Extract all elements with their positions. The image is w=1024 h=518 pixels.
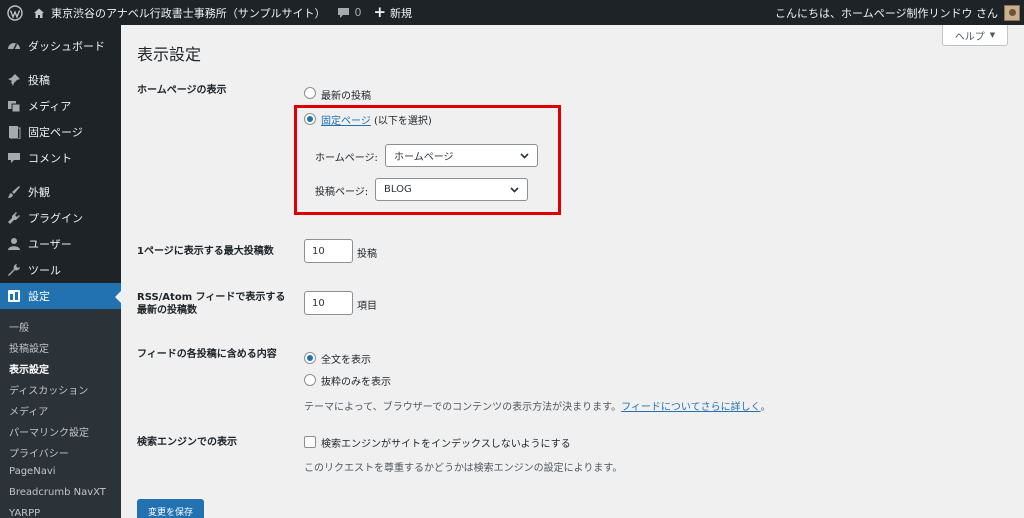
- submenu-item-writing[interactable]: 投稿設定: [9, 340, 49, 355]
- sidebar-item-label: 固定ページ: [28, 126, 83, 139]
- sidebar-item-plugins[interactable]: プラグイン: [0, 205, 121, 231]
- homepage-display-label: ホームページの表示: [137, 85, 227, 96]
- sidebar-item-label: 設定: [28, 290, 50, 303]
- posts-per-page-unit: 投稿: [357, 249, 377, 260]
- posts-per-page-label: 1ページに表示する最大投稿数: [137, 246, 274, 257]
- admin-bar: 東京渋谷のアナベル行政書士事務所（サンプルサイト） 0 + 新規 こんにちは、ホ…: [0, 0, 1024, 25]
- site-name-link[interactable]: 東京渋谷のアナベル行政書士事務所（サンプルサイト）: [27, 0, 331, 25]
- rss-items-unit: 項目: [357, 301, 377, 312]
- submenu-item-media[interactable]: メディア: [9, 403, 48, 418]
- comments-count: 0: [354, 6, 362, 19]
- greeting-text: こんにちは、ホームページ制作リンドウ さん: [775, 6, 998, 20]
- main-content: ヘルプ ▼ 表示設定 ホームページの表示 最新の投稿 固定ページ (以下を選択)…: [121, 25, 1024, 518]
- media-icon: [7, 99, 21, 113]
- sidebar-item-appearance[interactable]: 外観: [0, 179, 121, 205]
- sidebar-item-label: コメント: [28, 152, 72, 165]
- radio-latest-posts[interactable]: [304, 87, 316, 99]
- admin-sidebar: ダッシュボード 投稿 メディア 固定ページ コメント 外観 プラグイン ユーザー…: [0, 25, 121, 518]
- rss-items-label-line1: RSS/Atom フィードで表示する: [137, 292, 286, 303]
- submenu-item-privacy[interactable]: プライバシー: [9, 445, 69, 460]
- sidebar-item-label: ツール: [28, 264, 61, 277]
- sidebar-item-pages[interactable]: 固定ページ: [0, 119, 121, 145]
- submenu-item-breadcrumb[interactable]: Breadcrumb NavXT: [9, 487, 106, 498]
- new-content-menu[interactable]: + 新規: [367, 0, 418, 25]
- discourage-search-checkbox[interactable]: [304, 436, 316, 448]
- rss-items-input[interactable]: 10: [304, 291, 353, 315]
- feed-description-text: テーマによって、ブラウザーでのコンテンツの表示方法が決まります。: [304, 402, 622, 413]
- rss-items-label: RSS/Atom フィードで表示する 最新の投稿数: [137, 291, 285, 317]
- comment-icon: [7, 151, 21, 165]
- dashboard-icon: [7, 39, 21, 53]
- posts-per-page-input[interactable]: 10: [304, 239, 353, 263]
- feed-description: テーマによって、ブラウザーでのコンテンツの表示方法が決まります。フィードについて…: [304, 398, 771, 413]
- wrench-icon: [7, 263, 21, 277]
- submenu-item-yarpp[interactable]: YARPP: [9, 508, 40, 518]
- sidebar-item-label: ユーザー: [28, 238, 72, 251]
- wordpress-logo-icon[interactable]: [3, 0, 27, 25]
- submenu-item-general[interactable]: 一般: [9, 319, 29, 334]
- sidebar-item-label: ダッシュボード: [28, 40, 105, 53]
- pin-icon: [7, 73, 21, 87]
- save-changes-button[interactable]: 変更を保存: [137, 499, 204, 518]
- sidebar-item-dashboard[interactable]: ダッシュボード: [0, 33, 121, 59]
- radio-excerpt[interactable]: [304, 374, 316, 386]
- feed-content-label: フィードの各投稿に含める内容: [137, 349, 277, 360]
- sidebar-item-users[interactable]: ユーザー: [0, 231, 121, 257]
- plus-icon: +: [373, 3, 387, 21]
- home-icon: [34, 8, 44, 18]
- sidebar-item-tools[interactable]: ツール: [0, 257, 121, 283]
- sidebar-item-posts[interactable]: 投稿: [0, 67, 121, 93]
- avatar: [1004, 4, 1020, 21]
- comments-link[interactable]: 0: [331, 0, 367, 25]
- settings-submenu: 一般 投稿設定 表示設定 ディスカッション メディア パーマリンク設定 プライバ…: [0, 309, 121, 518]
- submenu-item-reading[interactable]: 表示設定: [9, 361, 49, 376]
- settings-icon: [7, 289, 21, 303]
- submenu-item-pagenavi[interactable]: PageNavi: [9, 466, 56, 477]
- search-engine-description: このリクエストを尊重するかどうかは検索エンジンの設定によります。: [304, 463, 623, 474]
- sidebar-item-label: プラグイン: [28, 212, 83, 225]
- sidebar-item-settings[interactable]: 設定: [0, 283, 121, 309]
- rss-items-label-line2: 最新の投稿数: [137, 305, 197, 316]
- help-tab-button[interactable]: ヘルプ ▼: [942, 25, 1008, 46]
- sidebar-item-comments[interactable]: コメント: [0, 145, 121, 171]
- page-icon: [7, 125, 21, 139]
- sidebar-item-label: 投稿: [28, 74, 50, 87]
- user-icon: [7, 237, 21, 251]
- search-engine-label: 検索エンジンでの表示: [137, 437, 237, 448]
- feed-learn-more-link[interactable]: フィードについてさらに詳しく: [621, 402, 761, 413]
- radio-full-text[interactable]: [304, 352, 316, 364]
- excerpt-label: 抜粋のみを表示: [321, 377, 391, 388]
- feed-description-end: 。: [760, 402, 771, 413]
- sidebar-item-label: メディア: [28, 100, 72, 113]
- highlight-annotation-box: [294, 105, 561, 215]
- new-label: 新規: [390, 6, 413, 20]
- discourage-search-label: 検索エンジンがサイトをインデックスしないようにする: [321, 439, 571, 450]
- submenu-item-permalinks[interactable]: パーマリンク設定: [9, 424, 89, 439]
- submenu-item-discussion[interactable]: ディスカッション: [9, 382, 88, 397]
- help-label: ヘルプ: [954, 31, 985, 43]
- plugin-icon: [7, 211, 21, 225]
- sidebar-item-label: 外観: [28, 186, 50, 199]
- page-title: 表示設定: [137, 45, 202, 64]
- site-name: 東京渋谷のアナベル行政書士事務所（サンプルサイト）: [51, 6, 326, 20]
- full-text-label: 全文を表示: [321, 355, 371, 366]
- latest-posts-label: 最新の投稿: [321, 91, 371, 102]
- caret-down-icon: ▼: [989, 31, 996, 39]
- comment-bubble-icon: [338, 7, 350, 18]
- user-account-menu[interactable]: こんにちは、ホームページ制作リンドウ さん: [769, 0, 1024, 25]
- brush-icon: [7, 185, 21, 199]
- sidebar-item-media[interactable]: メディア: [0, 93, 121, 119]
